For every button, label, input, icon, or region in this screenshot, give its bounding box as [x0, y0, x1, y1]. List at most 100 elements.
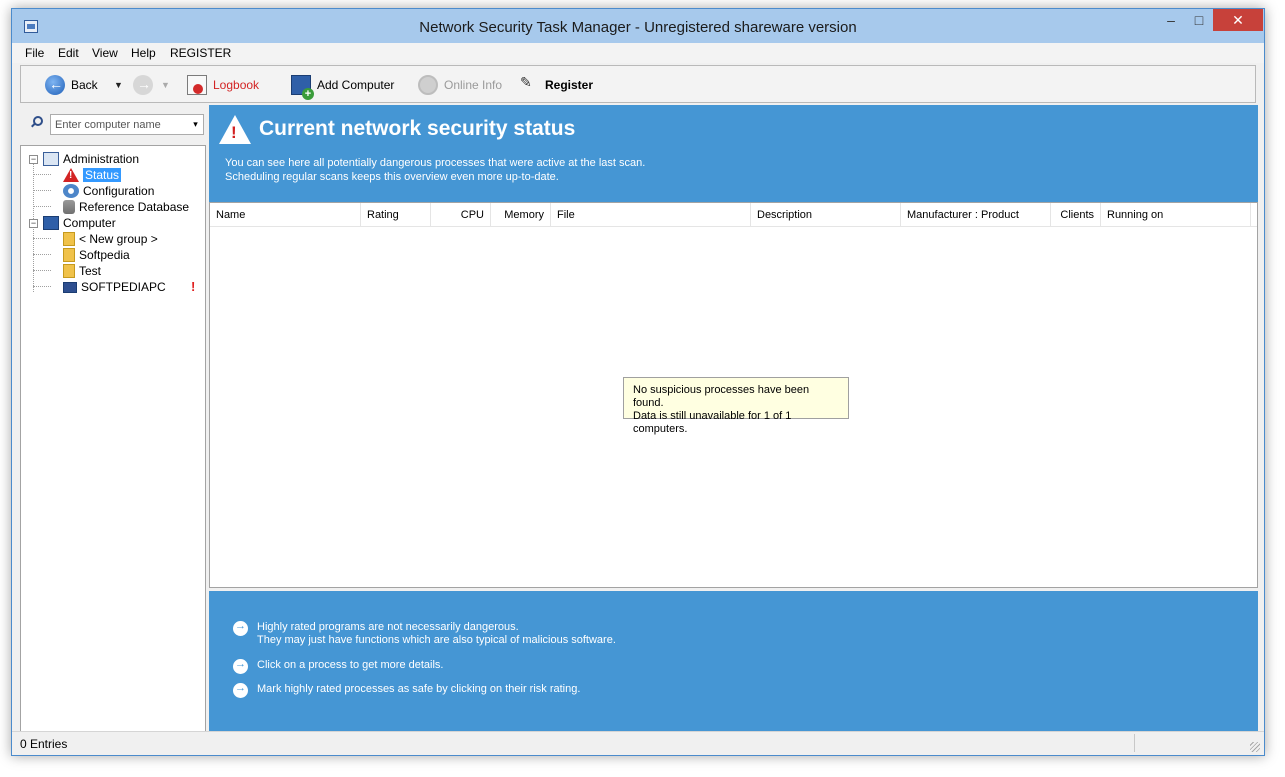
tree-line	[33, 270, 51, 271]
tree-item-new-group[interactable]: < New group >	[63, 231, 158, 247]
logbook-label: Logbook	[213, 78, 260, 92]
tree-label: Test	[79, 264, 102, 278]
alert-icon: !	[191, 279, 196, 294]
tree-item-reference-database[interactable]: Reference Database	[63, 199, 189, 215]
tree-item-softpedia[interactable]: Softpedia	[63, 247, 130, 263]
tree-item-configuration[interactable]: Configuration	[63, 183, 154, 199]
tree-label: Status	[83, 168, 122, 182]
logbook-icon	[187, 75, 207, 95]
resize-grip[interactable]	[1250, 742, 1260, 752]
back-history-dropdown[interactable]: ▼	[112, 75, 123, 95]
search-icon[interactable]	[30, 116, 43, 128]
status-header: Current network security status You can …	[209, 105, 1258, 202]
add-computer-label: Add Computer	[317, 78, 395, 92]
tree-item-test[interactable]: Test	[63, 263, 101, 279]
logbook-button[interactable]: Logbook	[187, 75, 259, 95]
column-header-file[interactable]: File	[551, 203, 751, 227]
menu-view[interactable]: View	[92, 46, 118, 60]
arrow-right-icon	[233, 620, 248, 636]
collapse-toggle[interactable]: −	[29, 219, 38, 228]
tree-label: Reference Database	[79, 200, 190, 214]
column-header-running-on[interactable]: Running on	[1101, 203, 1251, 227]
computer-icon	[43, 216, 59, 230]
column-header-cpu[interactable]: CPU	[431, 203, 491, 227]
tree-line	[33, 190, 51, 191]
tree-item-computer[interactable]: Computer	[43, 215, 116, 231]
tree-label: < New group >	[79, 232, 158, 246]
column-header-name[interactable]: Name	[210, 203, 361, 227]
tree-item-status[interactable]: Status	[63, 167, 122, 183]
tree-line	[33, 206, 51, 207]
process-table[interactable]: Name Rating CPU Memory File Description …	[209, 202, 1258, 588]
arrow-right-icon	[233, 658, 248, 674]
tree-label: SOFTPEDIAPC	[81, 280, 166, 294]
forward-button[interactable]	[133, 75, 159, 95]
tree-line	[33, 254, 51, 255]
chevron-down-icon: ▼	[161, 80, 170, 90]
forward-arrow-icon	[133, 75, 153, 95]
menu-file[interactable]: File	[25, 46, 44, 60]
register-label: Register	[545, 78, 594, 92]
tree-line	[33, 226, 34, 292]
tree-item-softpediapc[interactable]: SOFTPEDIAPC	[63, 279, 166, 295]
add-computer-icon	[291, 75, 314, 100]
tree-item-administration[interactable]: Administration	[43, 151, 139, 167]
status-bar: 0 Entries	[12, 731, 1264, 755]
column-header-description[interactable]: Description	[751, 203, 901, 227]
add-computer-button[interactable]: Add Computer	[291, 75, 395, 100]
pen-icon	[519, 74, 539, 95]
back-label: Back	[71, 78, 98, 92]
navigation-tree: − Administration Status Configuration Re…	[20, 145, 206, 731]
menu-bar: File Edit View Help REGISTER	[12, 43, 1264, 63]
menu-edit[interactable]: Edit	[58, 46, 79, 60]
group-icon	[63, 248, 75, 262]
empty-table-notice: No suspicious processes have been found.…	[623, 377, 849, 435]
monitor-icon	[63, 281, 77, 293]
search-dropdown-button[interactable]: ▾	[188, 115, 203, 134]
register-button[interactable]: Register	[519, 74, 594, 95]
title-bar[interactable]: Network Security Task Manager - Unregist…	[12, 9, 1264, 43]
globe-icon	[418, 75, 438, 95]
minimize-button[interactable]: –	[1157, 9, 1185, 31]
column-header-rating[interactable]: Rating	[361, 203, 431, 227]
chevron-down-icon: ▼	[114, 80, 123, 90]
arrow-right-icon	[233, 682, 248, 698]
column-header-manufacturer-product[interactable]: Manufacturer : Product	[901, 203, 1051, 227]
search-row: ▾	[20, 105, 206, 145]
online-info-button[interactable]: Online Info	[418, 75, 502, 95]
gear-icon	[63, 184, 79, 198]
column-header-memory[interactable]: Memory	[491, 203, 551, 227]
header-description-line: Scheduling regular scans keeps this over…	[225, 171, 559, 183]
tip-text: They may just have functions which are a…	[257, 634, 616, 646]
header-description-line: You can see here all potentially dangero…	[225, 157, 646, 169]
forward-history-dropdown[interactable]: ▼	[159, 75, 170, 95]
entries-count: 0 Entries	[20, 737, 68, 751]
warning-icon	[63, 168, 79, 182]
back-arrow-icon	[45, 75, 65, 95]
new-group-icon	[63, 232, 75, 246]
tree-label: Administration	[63, 152, 140, 166]
collapse-toggle[interactable]: −	[29, 155, 38, 164]
tip-item: Click on a process to get more details.	[233, 658, 443, 674]
tips-panel: Highly rated programs are not necessaril…	[209, 591, 1258, 731]
column-header-clients[interactable]: Clients	[1051, 203, 1101, 227]
main-pane: Current network security status You can …	[209, 105, 1258, 731]
tip-item: Highly rated programs are not necessaril…	[233, 620, 616, 647]
online-info-label: Online Info	[444, 78, 503, 92]
back-button[interactable]: Back	[45, 75, 98, 95]
administration-icon	[43, 152, 59, 166]
computer-search-input[interactable]	[50, 114, 204, 135]
tree-line	[33, 238, 51, 239]
close-button[interactable]: ✕	[1213, 9, 1263, 31]
maximize-button[interactable]: □	[1185, 9, 1213, 31]
status-separator	[1134, 734, 1135, 752]
tip-item: Mark highly rated processes as safe by c…	[233, 682, 580, 698]
menu-register[interactable]: REGISTER	[170, 46, 231, 60]
table-header-row: Name Rating CPU Memory File Description …	[210, 203, 1257, 227]
tip-text: Highly rated programs are not necessaril…	[257, 621, 519, 633]
warning-icon	[219, 115, 251, 145]
app-window: Network Security Task Manager - Unregist…	[11, 8, 1265, 756]
tree-label: Computer	[63, 216, 116, 230]
tree-label: Configuration	[83, 184, 155, 198]
menu-help[interactable]: Help	[131, 46, 156, 60]
